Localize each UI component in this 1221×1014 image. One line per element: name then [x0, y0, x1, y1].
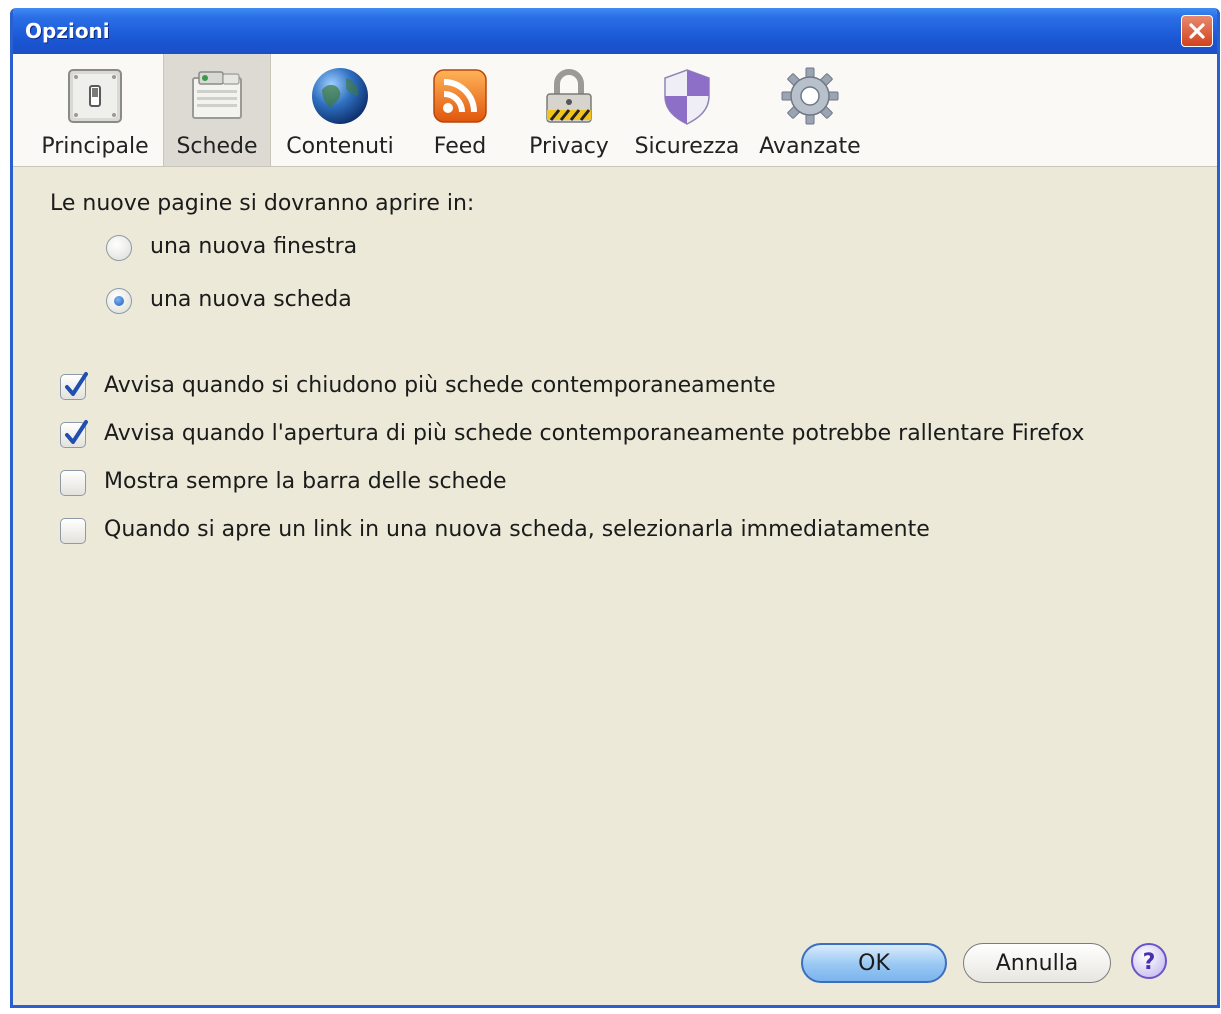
tab-label: Schede: [176, 134, 258, 159]
help-button[interactable]: ?: [1129, 941, 1169, 981]
pane-toolbar: Principale Schede Contenuti Feed Privacy…: [13, 54, 1217, 167]
tab-sicurezza[interactable]: Sicurezza: [631, 54, 743, 166]
ok-button[interactable]: OK: [801, 943, 947, 983]
tab-avanzate[interactable]: Avanzate: [755, 54, 865, 166]
rss-icon: [433, 69, 487, 123]
open-in-label: Le nuove pagine si dovranno aprire in:: [50, 191, 475, 216]
tabs-icon: [192, 71, 242, 119]
checkbox-always-show-tabbar-label[interactable]: Mostra sempre la barra delle schede: [104, 469, 507, 494]
tab-label: Avanzate: [759, 134, 861, 159]
checkbox-select-new-tab[interactable]: [60, 518, 86, 544]
tab-label: Privacy: [529, 134, 609, 159]
radio-new-window-label[interactable]: una nuova finestra: [150, 234, 357, 259]
tab-feed[interactable]: Feed: [415, 54, 505, 166]
checkbox-select-new-tab-label[interactable]: Quando si apre un link in una nuova sche…: [104, 517, 930, 542]
tab-principale[interactable]: Principale: [41, 54, 149, 166]
radio-new-tab[interactable]: [106, 288, 132, 314]
globe-icon: [312, 68, 368, 124]
checkbox-warn-open-tabs[interactable]: [60, 420, 88, 448]
padlock-icon: [546, 69, 592, 123]
checkmark-icon: [65, 372, 88, 396]
gear-icon: [781, 67, 839, 125]
tab-label: Principale: [41, 134, 149, 159]
checkbox-always-show-tabbar[interactable]: [60, 470, 86, 496]
checkbox-warn-close-tabs-label[interactable]: Avvisa quando si chiudono più schede con…: [104, 373, 776, 398]
radio-new-tab-label[interactable]: una nuova scheda: [150, 287, 352, 312]
radio-new-window[interactable]: [106, 235, 132, 261]
tab-label: Sicurezza: [634, 134, 740, 159]
close-button[interactable]: [1181, 15, 1213, 47]
checkbox-warn-close-tabs[interactable]: [60, 372, 88, 400]
shield-icon: [664, 69, 710, 125]
title-bar: Opzioni: [13, 8, 1217, 54]
checkbox-warn-open-tabs-label[interactable]: Avvisa quando l'apertura di più schede c…: [104, 421, 1084, 446]
tab-label: Feed: [433, 134, 487, 159]
radio-selected-dot: [114, 296, 124, 306]
close-icon: [1189, 23, 1205, 39]
checkmark-icon: [65, 420, 88, 444]
tab-privacy[interactable]: Privacy: [521, 54, 617, 166]
help-icon: ?: [1143, 950, 1156, 975]
options-dialog: Opzioni Principale Schede Contenuti Feed…: [10, 8, 1220, 1008]
tab-contenuti[interactable]: Contenuti: [281, 54, 399, 166]
cancel-button[interactable]: Annulla: [963, 943, 1111, 983]
tab-schede[interactable]: Schede: [163, 54, 271, 166]
tabs-pane: Le nuove pagine si dovranno aprire in: u…: [13, 167, 1217, 1005]
tab-label: Contenuti: [286, 134, 394, 159]
window-title: Opzioni: [25, 19, 110, 43]
switch-icon: [68, 69, 122, 123]
